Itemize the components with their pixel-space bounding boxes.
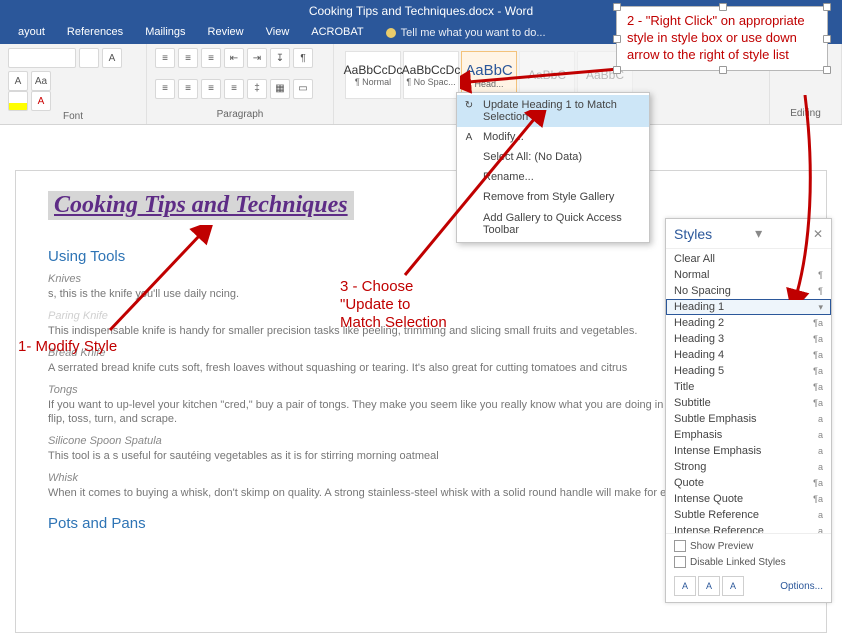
style-row-normal[interactable]: Normal¶	[666, 267, 831, 283]
style-row-subtle-emphasis[interactable]: Subtle Emphasisa	[666, 411, 831, 427]
selection-handle[interactable]	[613, 66, 621, 74]
style-row-subtle-reference[interactable]: Subtle Referencea	[666, 507, 831, 523]
style-row-heading-3[interactable]: Heading 3¶a	[666, 331, 831, 347]
tab-acrobat[interactable]: ACROBAT	[301, 22, 373, 44]
align-right-button[interactable]: ≡	[201, 79, 221, 99]
change-case-button[interactable]: Aa	[31, 71, 51, 91]
new-style-button[interactable]: A	[674, 576, 696, 596]
styles-pane-header: Styles ▾ ✕	[666, 219, 831, 249]
tab-review[interactable]: Review	[198, 22, 254, 44]
menu-add-qat[interactable]: Add Gallery to Quick Access Toolbar	[457, 208, 649, 240]
decrease-indent-button[interactable]: ⇤	[224, 48, 244, 68]
styles-options-link[interactable]: Options...	[780, 581, 823, 592]
menu-update-to-match[interactable]: ↻Update Heading 1 to Match Selection	[457, 95, 649, 127]
grow-font-button[interactable]: A	[102, 48, 122, 68]
style-row-intense-emphasis[interactable]: Intense Emphasisa	[666, 443, 831, 459]
show-preview-checkbox[interactable]: Show Preview	[674, 540, 823, 552]
modify-icon: A	[462, 130, 476, 144]
selection-handle[interactable]	[719, 66, 727, 74]
shrink-font-button[interactable]: A	[8, 71, 28, 91]
bullets-button[interactable]: ≡	[155, 48, 175, 68]
checkbox-icon	[674, 540, 686, 552]
align-center-button[interactable]: ≡	[178, 79, 198, 99]
style-row-no-spacing[interactable]: No Spacing¶	[666, 283, 831, 299]
style-no-spacing[interactable]: AaBbCcDc¶ No Spac...	[403, 51, 459, 99]
paragraph-group-label: Paragraph	[155, 109, 325, 120]
justify-button[interactable]: ≡	[224, 79, 244, 99]
tab-references[interactable]: References	[57, 22, 133, 44]
font-group-label: Font	[8, 111, 138, 122]
style-row-intense-quote[interactable]: Intense Quote¶a	[666, 491, 831, 507]
font-group: A A Aa A Font	[0, 44, 147, 124]
numbering-button[interactable]: ≡	[178, 48, 198, 68]
update-icon: ↻	[462, 98, 476, 112]
align-left-button[interactable]: ≡	[155, 79, 175, 99]
selection-handle[interactable]	[823, 66, 831, 74]
selection-handle[interactable]	[823, 3, 831, 11]
annotation-3: 3 - Choose "Update to Match Selection	[340, 278, 447, 332]
selection-handle[interactable]	[613, 35, 621, 43]
multilevel-button[interactable]: ≡	[201, 48, 221, 68]
style-row-strong[interactable]: Stronga	[666, 459, 831, 475]
style-row-emphasis[interactable]: Emphasisa	[666, 427, 831, 443]
tab-layout[interactable]: ayout	[8, 22, 55, 44]
font-name-dropdown[interactable]	[8, 48, 76, 68]
doc-title-heading[interactable]: Cooking Tips and Techniques	[48, 191, 354, 220]
selection-handle[interactable]	[613, 3, 621, 11]
style-row-intense-reference[interactable]: Intense Referencea	[666, 523, 831, 533]
styles-pane-title: Styles	[674, 226, 712, 242]
style-normal[interactable]: AaBbCcDc¶ Normal	[345, 51, 401, 99]
annotation-2-callout: 2 - "Right Click" on appropriate style i…	[616, 6, 828, 71]
text-highlight-button[interactable]	[8, 91, 28, 111]
tab-mailings[interactable]: Mailings	[135, 22, 195, 44]
style-context-menu: ↻Update Heading 1 to Match Selection AMo…	[456, 92, 650, 243]
menu-rename[interactable]: Rename...	[457, 167, 649, 187]
close-icon[interactable]: ✕	[813, 227, 823, 241]
styles-list[interactable]: Clear AllNormal¶No Spacing¶Heading 1▾Hea…	[666, 249, 831, 533]
manage-styles-button[interactable]: A	[722, 576, 744, 596]
selection-handle[interactable]	[719, 3, 727, 11]
style-row-subtitle[interactable]: Subtitle¶a	[666, 395, 831, 411]
style-row-heading-4[interactable]: Heading 4¶a	[666, 347, 831, 363]
styles-pane-dropdown-icon[interactable]: ▾	[755, 225, 770, 242]
style-row-clear-all[interactable]: Clear All	[666, 251, 831, 267]
increase-indent-button[interactable]: ⇥	[247, 48, 267, 68]
menu-remove-gallery[interactable]: Remove from Style Gallery	[457, 187, 649, 207]
menu-select-all[interactable]: Select All: (No Data)	[457, 147, 649, 167]
show-marks-button[interactable]: ¶	[293, 48, 313, 68]
paragraph-group: ≡ ≡ ≡ ⇤ ⇥ ↧ ¶ ≡ ≡ ≡ ≡ ‡ ▦ ▭ Paragraph	[147, 44, 334, 124]
checkbox-icon	[674, 556, 686, 568]
selection-handle[interactable]	[823, 35, 831, 43]
style-row-heading-2[interactable]: Heading 2¶a	[666, 315, 831, 331]
style-row-heading-1[interactable]: Heading 1▾	[666, 299, 831, 315]
styles-pane: Styles ▾ ✕ Clear AllNormal¶No Spacing¶He…	[665, 218, 832, 603]
window-title: Cooking Tips and Techniques.docx - Word	[309, 4, 533, 18]
style-row-quote[interactable]: Quote¶a	[666, 475, 831, 491]
styles-pane-footer: Show Preview Disable Linked Styles A A A…	[666, 533, 831, 602]
style-row-heading-5[interactable]: Heading 5¶a	[666, 363, 831, 379]
font-color-button[interactable]: A	[31, 91, 51, 111]
tell-me-search[interactable]: Tell me what you want to do...	[386, 22, 546, 44]
line-spacing-button[interactable]: ‡	[247, 79, 267, 99]
editing-group-label: Editing	[778, 108, 833, 119]
annotation-1: 1- Modify Style	[18, 338, 117, 356]
tab-view[interactable]: View	[256, 22, 300, 44]
shading-button[interactable]: ▦	[270, 79, 290, 99]
font-size-dropdown[interactable]	[79, 48, 99, 68]
borders-button[interactable]: ▭	[293, 79, 313, 99]
style-row-title[interactable]: Title¶a	[666, 379, 831, 395]
sort-button[interactable]: ↧	[270, 48, 290, 68]
lightbulb-icon	[386, 28, 396, 38]
disable-linked-checkbox[interactable]: Disable Linked Styles	[674, 556, 823, 568]
style-inspector-button[interactable]: A	[698, 576, 720, 596]
tell-me-placeholder: Tell me what you want to do...	[401, 27, 546, 39]
menu-modify[interactable]: AModify...	[457, 127, 649, 147]
